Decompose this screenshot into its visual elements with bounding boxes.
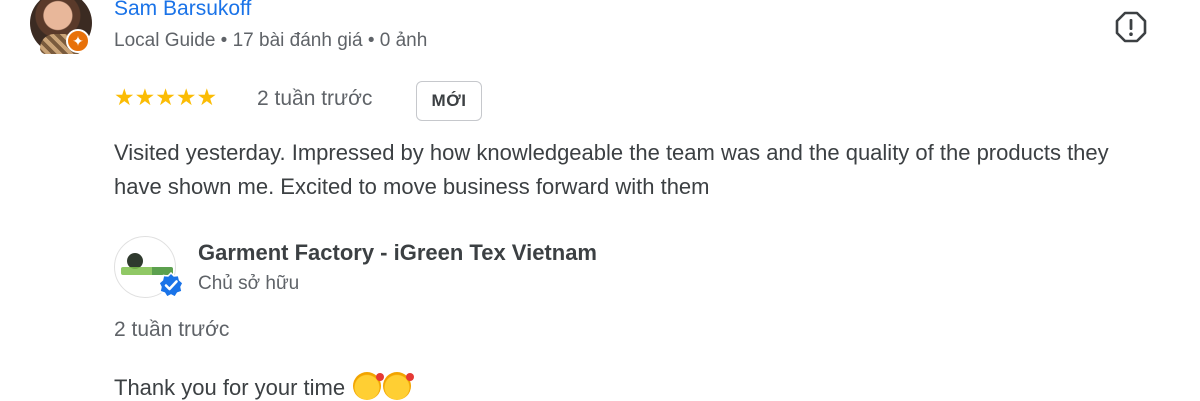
verified-check-icon: [158, 271, 184, 298]
star-rating: ★★★★★: [114, 84, 218, 110]
reviewer-meta: Local Guide • 17 bài đánh giá • 0 ảnh: [114, 30, 428, 51]
reply-text: Thank you for your time: [114, 375, 346, 400]
owner-name: Garment Factory - iGreen Tex Vietnam: [198, 240, 597, 265]
review-time: 2 tuần trước: [257, 87, 373, 110]
owner-role: Chủ sở hữu: [198, 273, 300, 294]
smiling-face-with-hearts-emoji-icon: [383, 372, 415, 400]
smiling-face-with-hearts-emoji-icon: [353, 372, 385, 400]
report-flag-icon[interactable]: [1114, 10, 1148, 44]
reply-time: 2 tuần trước: [114, 318, 230, 341]
review-text: Visited yesterday. Impressed by how know…: [114, 140, 1109, 199]
reply-line: Thank you for your time: [114, 372, 415, 401]
reviewer-name-link[interactable]: Sam Barsukoff: [114, 0, 251, 21]
local-guide-badge-icon: ✦: [66, 29, 90, 53]
new-badge: MỚI: [416, 81, 482, 121]
